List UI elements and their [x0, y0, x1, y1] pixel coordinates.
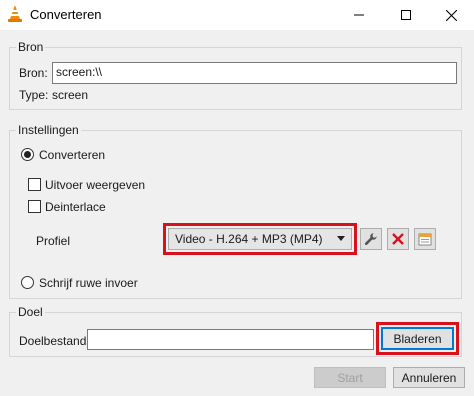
profile-label: Profiel — [36, 234, 71, 248]
delete-icon — [392, 233, 404, 245]
destination-file-input[interactable] — [87, 329, 374, 350]
maximize-icon — [401, 10, 411, 20]
cancel-button[interactable]: Annuleren — [393, 367, 465, 388]
wrench-icon — [364, 233, 377, 245]
profile-select-value: Video - H.264 + MP3 (MP4) — [175, 232, 323, 246]
delete-profile-button[interactable] — [387, 228, 409, 250]
vlc-cone-icon — [7, 5, 23, 23]
destination-file-label: Doelbestand: — [19, 334, 90, 348]
profile-select[interactable]: Video - H.264 + MP3 (MP4) — [168, 228, 352, 250]
deinterlace-label: Deinterlace — [45, 200, 106, 214]
raw-dump-radio-label: Schrijf ruwe invoer — [39, 276, 138, 290]
source-legend: Bron — [18, 40, 44, 54]
type-label: Type: — [19, 88, 49, 102]
window-title: Converteren — [30, 7, 102, 22]
show-output-checkbox[interactable] — [28, 178, 41, 191]
title-bar: Converteren — [0, 0, 474, 30]
close-icon — [445, 9, 457, 21]
chevron-down-icon — [337, 236, 345, 241]
destination-legend: Doel — [18, 305, 43, 319]
type-value: screen — [52, 88, 89, 102]
source-input[interactable]: screen:\\ — [52, 62, 457, 84]
start-button[interactable]: Start — [314, 367, 386, 388]
settings-legend: Instellingen — [18, 123, 79, 137]
minimize-button[interactable] — [336, 0, 382, 30]
convert-radio[interactable] — [21, 148, 34, 161]
new-profile-button[interactable] — [414, 228, 436, 250]
raw-dump-radio[interactable] — [21, 276, 34, 289]
maximize-button[interactable] — [383, 0, 429, 30]
new-profile-icon — [418, 233, 432, 246]
convert-radio-label: Converteren — [39, 148, 106, 162]
browse-button[interactable]: Bladeren — [381, 327, 454, 350]
source-label: Bron: — [19, 66, 48, 80]
show-output-label: Uitvoer weergeven — [45, 178, 146, 192]
close-button[interactable] — [428, 0, 474, 30]
edit-profile-button[interactable] — [360, 228, 382, 250]
deinterlace-checkbox[interactable] — [28, 200, 41, 213]
minimize-icon — [354, 14, 364, 16]
